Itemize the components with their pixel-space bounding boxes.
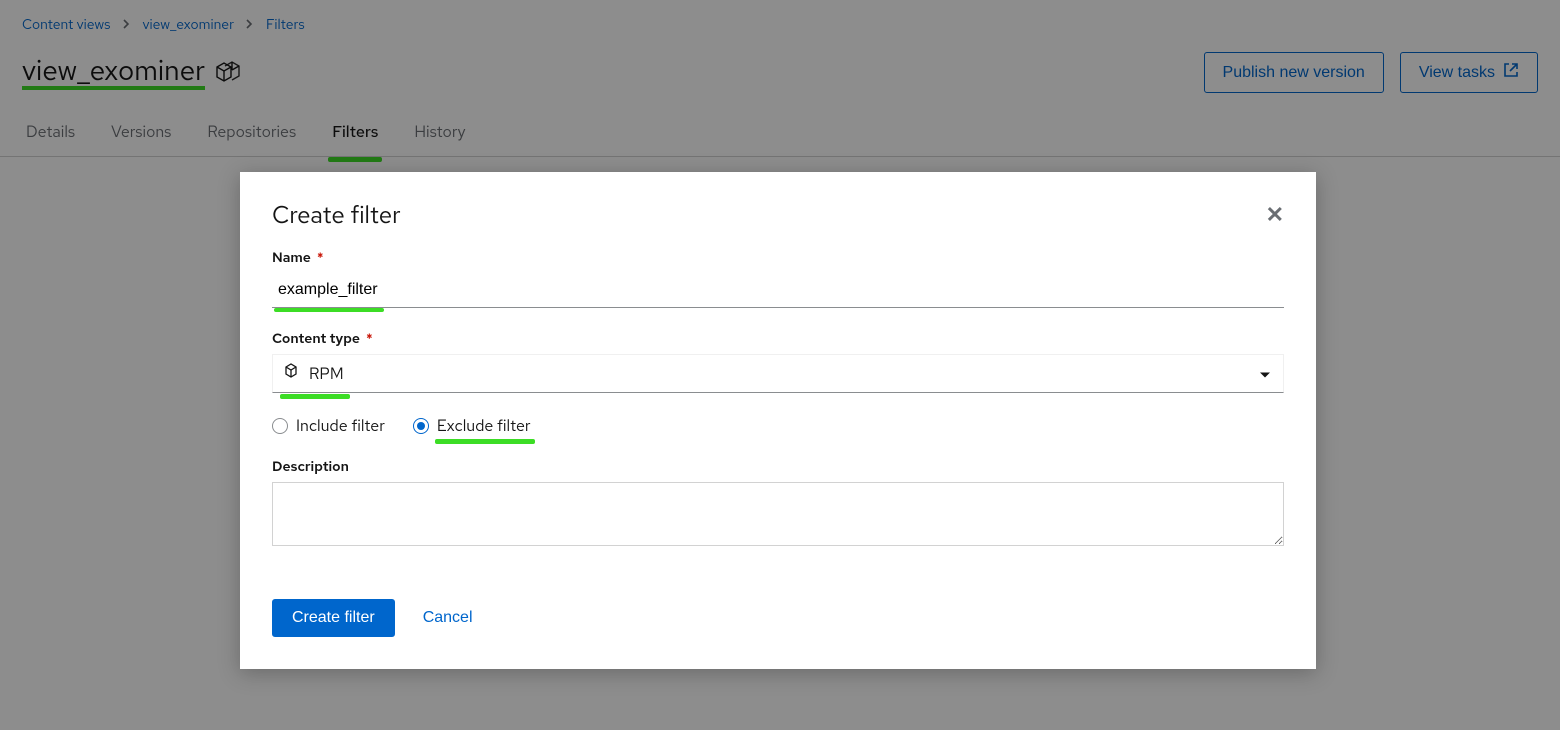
page-title: view_exominer (22, 55, 205, 90)
create-filter-modal: Create filter ✕ Name * Content type * RP… (240, 172, 1316, 669)
content-type-label: Content type * (272, 330, 1284, 348)
radio-checked-icon (413, 418, 429, 434)
name-input[interactable] (272, 273, 1284, 308)
breadcrumb-content-views[interactable]: Content views (22, 16, 111, 34)
exclude-filter-label: Exclude filter (437, 415, 531, 436)
content-type-label-text: Content type (272, 330, 360, 348)
publish-label: Publish new version (1223, 64, 1365, 82)
description-textarea[interactable] (272, 482, 1284, 546)
content-type-select[interactable]: RPM (272, 354, 1284, 393)
breadcrumb-view-exominer[interactable]: view_exominer (143, 16, 235, 34)
required-indicator: * (317, 249, 324, 267)
tabs: Details Versions Repositories Filters Hi… (0, 111, 1560, 157)
tab-details[interactable]: Details (22, 111, 79, 156)
radio-icon (272, 418, 288, 434)
tab-filters[interactable]: Filters (328, 111, 382, 156)
close-icon[interactable]: ✕ (1266, 200, 1284, 229)
name-label: Name * (272, 249, 1284, 267)
chevron-right-icon (246, 17, 254, 33)
required-indicator: * (366, 330, 373, 348)
page-header: view_exominer Publish new version (0, 42, 1560, 97)
description-label-text: Description (272, 458, 349, 476)
package-icon (283, 363, 301, 384)
box-icon (215, 61, 241, 83)
content-type-value: RPM (309, 363, 344, 384)
modal-title: Create filter (272, 200, 401, 231)
name-label-text: Name (272, 249, 311, 267)
breadcrumb: Content views view_exominer Filters (0, 0, 1560, 42)
publish-new-version-button[interactable]: Publish new version (1204, 52, 1384, 93)
view-tasks-label: View tasks (1419, 64, 1495, 82)
create-filter-button[interactable]: Create filter (272, 599, 395, 637)
filter-mode-radio-group: Include filter Exclude filter (272, 415, 1284, 436)
external-link-icon (1503, 62, 1519, 83)
chevron-right-icon (123, 17, 131, 33)
view-tasks-button[interactable]: View tasks (1400, 52, 1538, 93)
include-filter-label: Include filter (296, 415, 385, 436)
breadcrumb-filters[interactable]: Filters (266, 16, 305, 34)
tab-repositories[interactable]: Repositories (203, 111, 300, 156)
description-label: Description (272, 458, 1284, 476)
exclude-filter-radio[interactable]: Exclude filter (413, 415, 531, 436)
tab-history[interactable]: History (410, 111, 469, 156)
caret-down-icon (1259, 363, 1271, 384)
tab-versions[interactable]: Versions (107, 111, 175, 156)
cancel-button[interactable]: Cancel (423, 609, 473, 627)
include-filter-radio[interactable]: Include filter (272, 415, 385, 436)
